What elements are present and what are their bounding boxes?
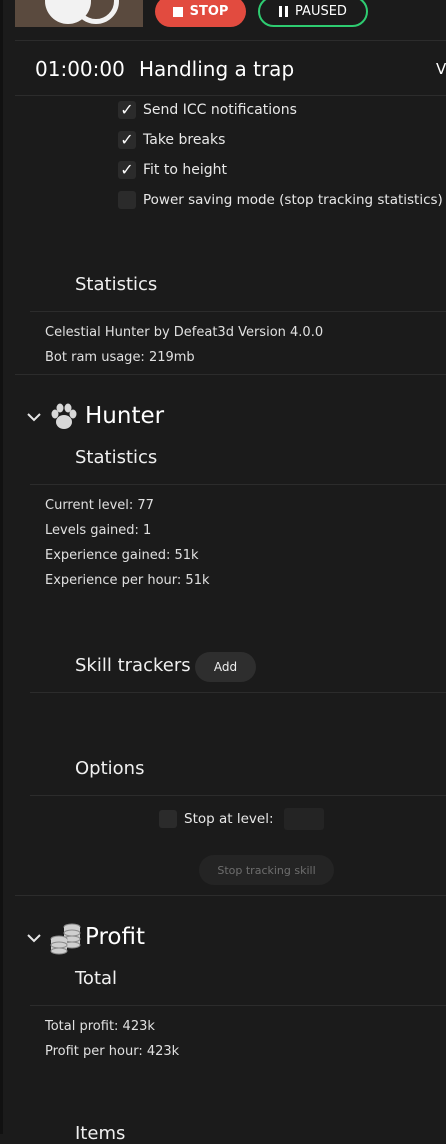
paused-label: PAUSED — [295, 4, 347, 19]
divider — [30, 484, 446, 485]
setting-label: Send ICC notifications — [143, 102, 297, 118]
checkbox[interactable] — [159, 810, 177, 828]
current-activity: Handling a trap — [139, 57, 295, 81]
total-profit-text: Total profit: 423k — [45, 1019, 155, 1034]
stop-button[interactable]: STOP — [155, 0, 246, 27]
runtime-timer: 01:00:00 — [35, 57, 125, 81]
divider — [30, 795, 446, 796]
setting-take-breaks[interactable]: ✓ Take breaks — [118, 131, 225, 149]
checkbox[interactable]: ✓ — [118, 101, 136, 119]
setting-label: Take breaks — [143, 132, 226, 148]
hunter-statistics-heading: Statistics — [75, 447, 158, 468]
statistics-heading: Statistics — [75, 274, 158, 295]
profit-title: Profit — [85, 924, 145, 950]
setting-send-icc[interactable]: ✓ Send ICC notifications — [118, 101, 297, 119]
divider — [15, 895, 446, 896]
setting-label: Fit to height — [143, 162, 227, 178]
chevron-down-icon[interactable] — [26, 411, 42, 423]
divider — [30, 692, 446, 693]
add-tracker-button[interactable]: Add — [195, 652, 256, 682]
paw-icon — [51, 403, 77, 429]
stop-icon — [172, 6, 183, 17]
skill-trackers-heading: Skill trackers — [75, 655, 191, 676]
check-icon: ✓ — [120, 160, 134, 179]
checkbox[interactable]: ✓ — [118, 131, 136, 149]
chevron-down-icon[interactable] — [26, 932, 42, 944]
experience-gained-text: Experience gained: 51k — [45, 548, 199, 563]
stop-tracking-skill-button[interactable]: Stop tracking skill — [199, 855, 334, 885]
script-version-text: Celestial Hunter by Defeat3d Version 4.0… — [45, 325, 324, 340]
stop-label: STOP — [189, 4, 229, 19]
stop-at-level-option[interactable]: Stop at level: — [159, 810, 274, 828]
current-level-text: Current level: 77 — [45, 498, 154, 513]
setting-power-saving[interactable]: Power saving mode (stop tracking statist… — [118, 191, 443, 209]
setting-label: Power saving mode (stop tracking statist… — [143, 192, 443, 208]
divider — [15, 374, 446, 375]
left-border — [0, 0, 3, 1134]
experience-per-hour-text: Experience per hour: 51k — [45, 573, 210, 588]
profit-per-hour-text: Profit per hour: 423k — [45, 1044, 180, 1059]
stop-level-input[interactable] — [284, 808, 324, 830]
check-icon: ✓ — [120, 130, 134, 149]
ram-usage-text: Bot ram usage: 219mb — [45, 350, 195, 365]
hunter-title: Hunter — [85, 403, 165, 429]
clipped-text: V — [436, 60, 446, 78]
divider — [15, 40, 446, 41]
divider — [30, 1005, 446, 1006]
stop-at-level-label: Stop at level: — [184, 811, 274, 827]
total-heading: Total — [75, 968, 118, 989]
checkbox[interactable]: ✓ — [118, 161, 136, 179]
checkbox[interactable] — [118, 191, 136, 209]
divider — [30, 311, 446, 312]
pause-icon — [279, 6, 289, 17]
options-heading: Options — [75, 758, 145, 779]
divider — [15, 95, 446, 96]
levels-gained-text: Levels gained: 1 — [45, 523, 152, 538]
paused-button[interactable]: PAUSED — [258, 0, 368, 27]
check-icon: ✓ — [120, 100, 134, 119]
script-logo — [15, 0, 143, 27]
coins-icon — [50, 923, 81, 955]
setting-fit-to-height[interactable]: ✓ Fit to height — [118, 161, 227, 179]
